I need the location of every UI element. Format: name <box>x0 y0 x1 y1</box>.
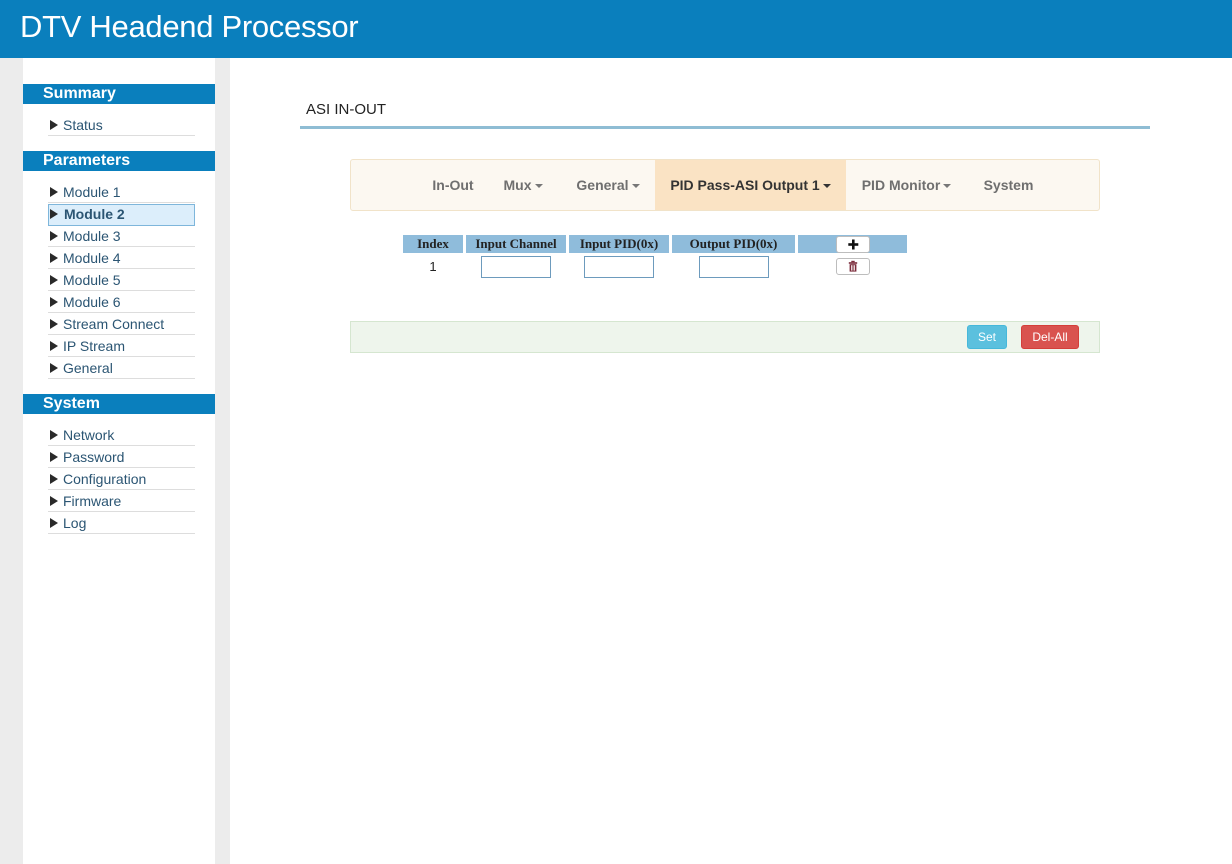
app-title: DTV Headend Processor <box>20 9 359 44</box>
delete-row-button[interactable] <box>836 258 870 275</box>
triangle-right-icon <box>50 231 58 241</box>
tab-label: PID Pass-ASI Output 1 <box>670 177 820 193</box>
sidebar-item-firmware[interactable]: Firmware <box>48 491 195 512</box>
plus-icon <box>848 239 859 250</box>
triangle-right-icon <box>50 187 58 197</box>
triangle-right-icon <box>50 297 58 307</box>
column-header-output-pid: Output PID(0x) <box>672 235 795 253</box>
tab-label: Mux <box>503 177 532 193</box>
output-pid-field[interactable] <box>699 256 769 278</box>
app-header: DTV Headend Processor <box>0 0 1232 58</box>
tab-pid-monitor[interactable]: PID Monitor <box>848 160 965 210</box>
caret-down-icon <box>631 184 640 189</box>
sidebar-item-label: IP Stream <box>63 338 125 354</box>
triangle-right-icon <box>50 474 58 484</box>
triangle-right-icon <box>50 275 58 285</box>
sidebar: Summary Status Parameters Module 1 Modul… <box>23 58 215 864</box>
tab-mux[interactable]: Mux <box>492 160 554 210</box>
sidebar-item-label: Module 4 <box>63 250 121 266</box>
input-pid-field[interactable] <box>584 256 654 278</box>
caret-down-icon <box>534 184 543 189</box>
trash-icon <box>848 260 858 272</box>
tab-label: System <box>983 177 1034 193</box>
sidebar-item-label: Module 3 <box>63 228 121 244</box>
triangle-right-icon <box>50 341 58 351</box>
page-title: ASI IN-OUT <box>306 101 387 118</box>
sidebar-item-module-2[interactable]: Module 2 <box>48 204 195 226</box>
triangle-right-icon <box>50 209 58 219</box>
input-channel-field[interactable] <box>481 256 551 278</box>
content-gutter <box>215 58 230 864</box>
sidebar-item-label: Module 5 <box>63 272 121 288</box>
sidebar-item-status[interactable]: Status <box>48 115 195 136</box>
triangle-right-icon <box>50 319 58 329</box>
sidebar-item-label: Module 6 <box>63 294 121 310</box>
column-header-index: Index <box>403 235 463 253</box>
sidebar-section-system: System <box>23 394 215 414</box>
caret-down-icon <box>822 184 831 189</box>
column-header-input-channel: Input Channel <box>466 235 566 253</box>
sidebar-item-label: Configuration <box>63 471 147 487</box>
row-index: 1 <box>429 259 437 274</box>
sidebar-item-ip-stream[interactable]: IP Stream <box>48 336 195 357</box>
triangle-right-icon <box>50 363 58 373</box>
sidebar-item-module-3[interactable]: Module 3 <box>48 226 195 247</box>
sidebar-item-label: Password <box>63 449 125 465</box>
sidebar-item-label: Network <box>63 427 115 443</box>
sidebar-item-general[interactable]: General <box>48 358 195 379</box>
sidebar-item-configuration[interactable]: Configuration <box>48 469 195 490</box>
sidebar-item-module-6[interactable]: Module 6 <box>48 292 195 313</box>
sidebar-item-label: Firmware <box>63 493 122 509</box>
tab-bar: In-Out Mux General PID Pass-ASI Output 1… <box>350 159 1100 211</box>
caret-down-icon <box>943 184 952 189</box>
sidebar-item-log[interactable]: Log <box>48 513 195 534</box>
sidebar-item-label: Log <box>63 515 87 531</box>
set-button[interactable]: Set <box>967 325 1007 349</box>
sidebar-item-label: Module 2 <box>64 206 125 222</box>
sidebar-item-module-4[interactable]: Module 4 <box>48 248 195 269</box>
left-gutter <box>0 58 23 864</box>
add-row-button[interactable] <box>836 236 870 253</box>
tab-label: General <box>576 177 629 193</box>
tab-pid-pass-asi-output-1[interactable]: PID Pass-ASI Output 1 <box>655 160 846 210</box>
sidebar-item-module-1[interactable]: Module 1 <box>48 182 195 203</box>
tab-label: PID Monitor <box>861 177 941 193</box>
tab-in-out[interactable]: In-Out <box>417 160 489 210</box>
triangle-right-icon <box>50 430 58 440</box>
del-all-button[interactable]: Del-All <box>1021 325 1079 349</box>
tab-general[interactable]: General <box>563 160 653 210</box>
sidebar-item-network[interactable]: Network <box>48 425 195 446</box>
sidebar-item-label: Stream Connect <box>63 316 165 332</box>
sidebar-section-summary: Summary <box>23 84 215 104</box>
triangle-right-icon <box>50 120 58 130</box>
sidebar-item-stream-connect[interactable]: Stream Connect <box>48 314 195 335</box>
sidebar-section-parameters: Parameters <box>23 151 215 171</box>
triangle-right-icon <box>50 496 58 506</box>
title-divider <box>300 126 1150 129</box>
triangle-right-icon <box>50 518 58 528</box>
tab-system[interactable]: System <box>971 160 1046 210</box>
sidebar-item-password[interactable]: Password <box>48 447 195 468</box>
column-header-input-pid: Input PID(0x) <box>569 235 669 253</box>
triangle-right-icon <box>50 253 58 263</box>
triangle-right-icon <box>50 452 58 462</box>
sidebar-item-module-5[interactable]: Module 5 <box>48 270 195 291</box>
tab-label: In-Out <box>432 177 474 193</box>
sidebar-item-label: Module 1 <box>63 184 121 200</box>
sidebar-item-label: Status <box>63 117 103 133</box>
sidebar-item-label: General <box>63 360 113 376</box>
